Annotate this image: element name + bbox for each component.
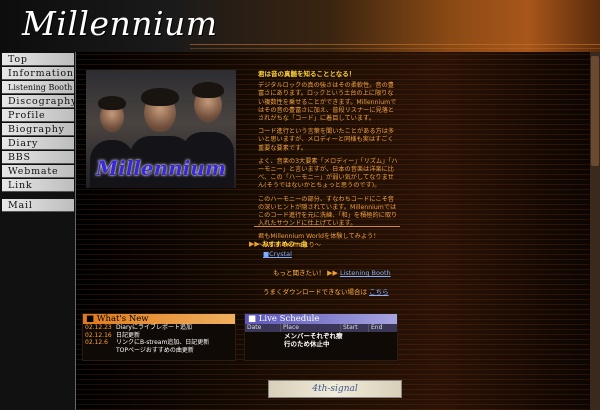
photo-figure	[141, 88, 179, 106]
song-header: おすすめの一曲	[261, 240, 308, 248]
whats-new-header: ■ What's New	[83, 314, 235, 324]
nav-item-biography[interactable]: Biography	[2, 123, 74, 136]
live-schedule-panel: ■ Live Schedule Date Place Start End メンバ…	[244, 313, 398, 361]
sidebar-nav: Top Information Listening Booth Discogra…	[0, 52, 76, 410]
column-end: End	[371, 324, 383, 331]
news-text: リンクにB-stream追加、日記更新	[116, 339, 210, 347]
news-item: 02.12.23 Diaryにライブレポート追加	[83, 324, 235, 332]
intro-text: 君は音の真髄を知ることとなる！ デジタルロックの真の強さはその柔軟性。音の豊富さ…	[258, 70, 398, 255]
download-help-link[interactable]: こちら	[369, 288, 389, 296]
live-schedule-header: ■ Live Schedule	[245, 314, 397, 324]
arrow-icon: ▶▶	[327, 269, 338, 277]
news-text: TOPページおすすめの曲更新	[116, 346, 194, 354]
intro-paragraph: コード進行という言葉を聞いたことがある方は多いと思いますが、メロディーと同様も実…	[258, 128, 395, 152]
divider	[254, 226, 400, 227]
recommended-song: ▶▶ おすすめの一曲 ■Crystal もっと聞きたい！ ▶▶ Listenin…	[249, 238, 409, 305]
square-icon: ■	[86, 314, 97, 324]
schedule-columns: Date Place Start End	[245, 324, 397, 332]
whats-new-panel: ■ What's New 02.12.23 Diaryにライブレポート追加 02.…	[82, 313, 236, 361]
intro-paragraph: よく、音楽の3大要素「メロディー」「リズム」「ハーモニー」と言いますが、日本の音…	[258, 157, 398, 190]
header-stripe	[190, 44, 600, 45]
nav-item-listening-booth[interactable]: Listening Booth	[2, 81, 74, 94]
column-date: Date	[245, 324, 281, 332]
photo-figure	[192, 82, 224, 98]
song-link[interactable]: ■Crystal	[263, 250, 292, 258]
news-date	[85, 347, 116, 355]
nav-item-top[interactable]: Top	[2, 53, 74, 66]
footer-banner[interactable]: 4th-signal	[268, 380, 402, 398]
column-start: Start	[341, 324, 369, 332]
photo-figure	[98, 96, 126, 110]
nav-item-information[interactable]: Information	[2, 67, 74, 80]
whats-new-title: What's New	[96, 314, 149, 324]
scrollbar-thumb[interactable]	[591, 56, 599, 166]
intro-heading: 君は音の真髄を知ることとなる！	[258, 70, 356, 78]
schedule-notice-line: 行のため休止中	[284, 340, 330, 348]
news-date: 02.12.6	[85, 339, 108, 347]
column-place: Place	[281, 324, 341, 332]
schedule-notice-line: メンバーそれぞれ療	[284, 332, 343, 340]
nav-separator	[0, 192, 76, 198]
nav-item-discography[interactable]: Discography	[2, 95, 76, 108]
news-date: 02.12.16	[85, 331, 112, 339]
listening-booth-link[interactable]: Listening Booth	[340, 269, 391, 277]
news-date: 02.12.23	[85, 324, 112, 331]
nav-item-link[interactable]: Link	[2, 179, 74, 192]
nav-item-bbs[interactable]: BBS	[2, 151, 74, 164]
intro-paragraph: このハーモニーの部分、すなわちコードにこそ音の深いヒントが隠されています。Mil…	[258, 195, 398, 228]
download-prompt: うまくダウンロードできない場合は	[263, 288, 367, 296]
arrow-icon: ▶▶	[249, 240, 260, 248]
header-stripe	[190, 48, 600, 49]
news-item: TOPページおすすめの曲更新	[83, 347, 235, 355]
nav-item-mail[interactable]: Mail	[2, 199, 74, 212]
schedule-notice: メンバーそれぞれ療 行のため休止中	[245, 332, 397, 348]
live-schedule-title: Live Schedule	[258, 314, 320, 324]
nav-item-profile[interactable]: Profile	[2, 109, 74, 122]
intro-paragraph: デジタルロックの真の強さはその柔軟性。音の豊富さにあります。ロックという土台の上…	[258, 82, 397, 123]
listen-prompt: もっと聞きたい！	[273, 269, 325, 277]
square-icon: ■	[248, 314, 259, 324]
nav-item-diary[interactable]: Diary	[2, 137, 74, 150]
news-text: Diaryにライブレポート追加	[116, 324, 192, 331]
band-photo: Millennium	[86, 70, 236, 188]
news-item: 02.12.6 リンクにB-stream追加、日記更新	[83, 339, 235, 347]
site-title: Millennium	[22, 4, 218, 43]
site-header: Millennium	[0, 0, 600, 52]
scrollbar[interactable]	[590, 52, 600, 410]
band-logo: Millennium	[95, 156, 227, 180]
nav-item-webmate[interactable]: Webmate	[2, 165, 74, 178]
